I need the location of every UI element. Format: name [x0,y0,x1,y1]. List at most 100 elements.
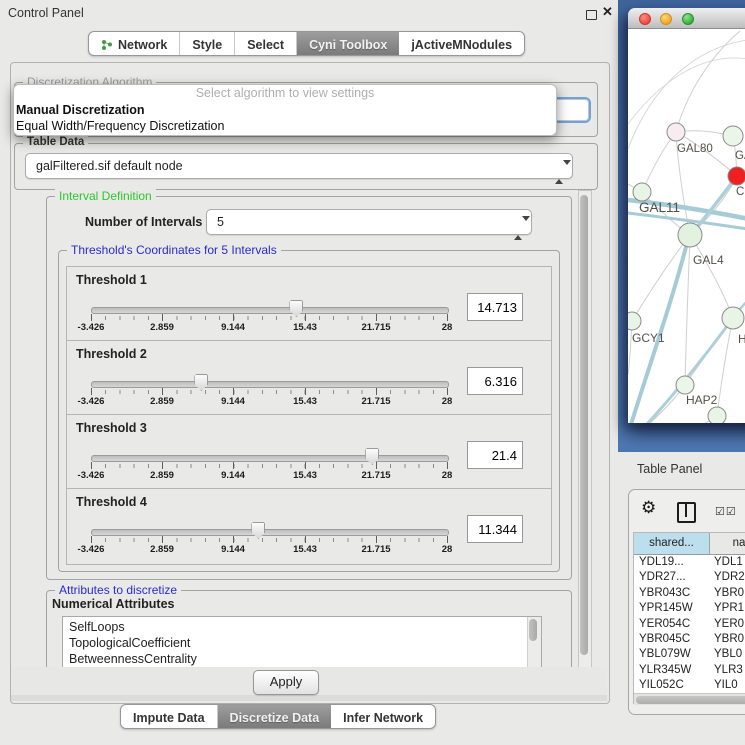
minor-ticks [91,538,448,542]
apply-button[interactable]: Apply [253,670,319,695]
tick-label: 2.859 [150,544,174,555]
tick-label: 21.715 [361,544,390,555]
tick-label: 9.144 [221,396,245,407]
tab-impute-data[interactable]: Impute Data [121,705,218,728]
threshold-1-value-field[interactable] [467,293,523,321]
tab-style[interactable]: Style [180,32,235,55]
tab-network-label: Network [118,38,167,52]
float-window-icon[interactable] [586,10,597,20]
gear-icon[interactable]: ⚙ [641,498,656,518]
threshold-rows: Threshold 1 -3.4262.8599.14415.4321.7152… [66,266,552,564]
threshold-3-slider-thumb[interactable] [365,448,379,465]
threshold-1-slider-thumb[interactable] [289,300,303,317]
table-row[interactable]: YDL19...YDL1 [634,555,745,570]
table-row[interactable]: YER054CYER0 [634,617,745,632]
close-traffic-light[interactable] [639,13,651,25]
tick-label: 9.144 [221,470,245,481]
algorithm-option-equal-width[interactable]: Equal Width/Frequency Discretization [14,118,556,134]
tick-label: 2.859 [150,470,174,481]
major-tick [305,314,306,321]
node-GCY1[interactable] [628,312,641,330]
algorithm-placeholder-item[interactable]: Select algorithm to view settings [14,85,556,102]
major-tick [91,314,92,321]
table-data-combobox[interactable]: galFiltered.sif default node [25,153,573,179]
major-tick [305,536,306,543]
tick-label: 21.715 [361,396,390,407]
spinner-icon [514,216,522,240]
tick-label: 9.144 [221,322,245,333]
threshold-3-value-field[interactable] [467,441,523,469]
column-header-shared[interactable]: shared... [634,533,710,555]
node-label-GAL11: GAL11 [639,200,680,215]
threshold-2-slider-track[interactable] [91,381,449,388]
tab-discretize-data[interactable]: Discretize Data [218,705,332,728]
node-selected-red[interactable] [728,167,745,185]
threshold-3-slider-track[interactable] [91,455,449,462]
tick-label: 28 [442,322,453,333]
control-panel-title: Control Panel [8,6,84,20]
node-label-partial: C [736,186,744,198]
scrollbar-thumb[interactable] [636,696,745,704]
threshold-4-slider-track[interactable] [91,529,449,536]
maximize-traffic-light[interactable] [682,13,694,25]
network-canvas[interactable]: GAL80 GA C GAL11 GAL4 GCY1 H HAP2 [628,29,745,423]
table-panel-region: Table Panel ⚙ ☑☑ shared... na YDL19...YD… [618,452,745,745]
list-item-topologicalcoefficient[interactable]: TopologicalCoefficient [63,635,541,651]
table-row[interactable]: YBR043CYBR0 [634,586,745,601]
table-row[interactable]: YBL079WYBL0 [634,647,745,662]
threshold-2-slider-thumb[interactable] [194,374,208,391]
major-tick [447,314,448,321]
threshold-4-slider-thumb[interactable] [251,522,265,539]
tick-label: 21.715 [361,470,390,481]
node-bottom[interactable] [708,407,726,423]
select-columns-icon[interactable]: ☑☑ [715,505,737,518]
tab-network[interactable]: Network [89,32,180,55]
algorithm-option-manual[interactable]: Manual Discretization [14,102,556,118]
threshold-1-panel: Threshold 1 -3.4262.8599.14415.4321.7152… [66,266,552,343]
tab-select[interactable]: Select [235,32,297,55]
major-tick [233,536,234,543]
table-horizontal-scrollbar[interactable] [634,693,745,705]
list-item-selfloops[interactable]: SelfLoops [63,617,541,635]
settings-vertical-scrollbar[interactable] [578,190,592,670]
threshold-4-value-field[interactable] [467,515,523,543]
threshold-2-value-field[interactable] [467,367,523,395]
threshold-1-label: Threshold 1 [76,273,147,287]
list-item-betweennesscentrality[interactable]: BetweennessCentrality [63,651,541,667]
threshold-1-slider-track[interactable] [91,307,449,314]
tab-infer-network[interactable]: Infer Network [331,705,435,728]
table-row[interactable]: YBR045CYBR0 [634,632,745,647]
list-vertical-scrollbar[interactable] [527,617,541,673]
network-window-titlebar[interactable] [628,8,745,29]
tab-cyni-toolbox[interactable]: Cyni Toolbox [297,32,399,55]
interval-definition-label: Interval Definition [55,189,156,203]
major-tick [305,462,306,469]
minimize-traffic-light[interactable] [660,13,672,25]
scrollbar-thumb[interactable] [580,195,588,655]
node-label-GAL80: GAL80 [677,143,713,155]
threshold-2-panel: Threshold 2 -3.4262.8599.14415.4321.7152… [66,340,552,417]
node-label-GAL4: GAL4 [693,253,724,267]
node-label-partial: GA [735,150,745,162]
node-top-right[interactable] [723,126,743,146]
node-GAL11[interactable] [633,183,651,201]
number-of-intervals-combobox[interactable]: 5 [206,209,532,235]
close-icon[interactable]: ✕ [602,4,613,20]
scrollbar-thumb[interactable] [529,619,537,641]
threshold-3-label: Threshold 3 [76,421,147,435]
tick-label: 15.43 [293,396,317,407]
table-row[interactable]: YLR345WYLR3 [634,663,745,678]
node-GAL4[interactable] [678,223,702,247]
control-panel-tabs: Network Style Select Cyni Toolbox jActiv… [88,31,525,56]
columns-icon[interactable] [677,502,696,523]
tab-jactivemnodules[interactable]: jActiveMNodules [399,32,524,55]
threshold-4-panel: Threshold 4 -3.4262.8599.14415.4321.7152… [66,488,552,565]
table-row[interactable]: YDR27...YDR2 [634,570,745,585]
table-row[interactable]: YIL052CYIL0 [634,678,745,693]
table-row[interactable]: YPR145WYPR1 [634,601,745,616]
node-GAL80[interactable] [667,123,685,141]
column-header-name[interactable]: na [710,533,745,555]
node-right[interactable] [722,307,744,329]
node-HAP2[interactable] [676,376,694,394]
thresholds-group-label: Threshold's Coordinates for 5 Intervals [67,243,281,257]
